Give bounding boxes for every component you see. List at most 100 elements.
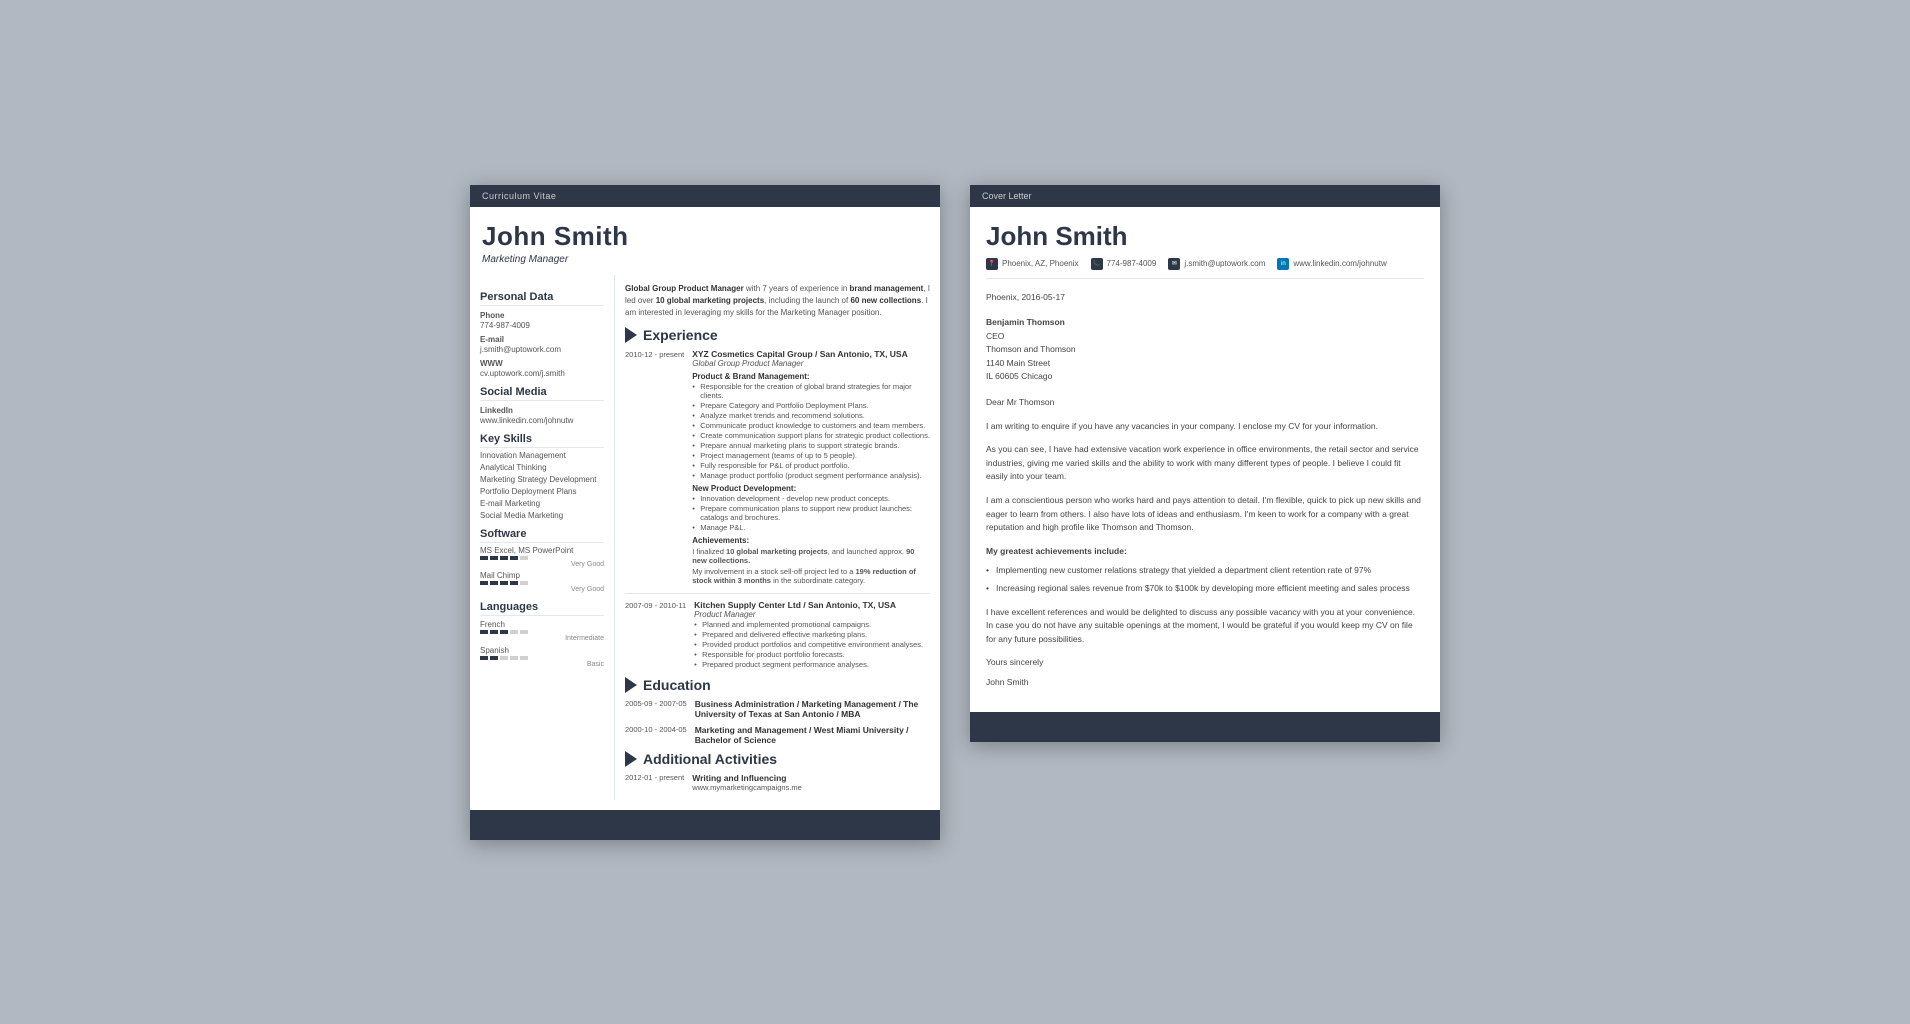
exp1-section1-title: Product & Brand Management: bbox=[692, 372, 930, 381]
email-label: E-mail bbox=[480, 335, 604, 344]
education-arrow bbox=[625, 677, 637, 693]
cl-recipient: Benjamin Thomson CEO Thomson and Thomson… bbox=[986, 316, 1424, 384]
skill-innovation: Innovation Management bbox=[480, 451, 604, 460]
edu1-degree: Business Administration / Marketing Mana… bbox=[695, 699, 930, 719]
skill-social-media: Social Media Marketing bbox=[480, 511, 604, 520]
linkedin-value: www.linkedin.com/johnutw bbox=[480, 416, 604, 425]
experience-item-2: 2007-09 - 2010-11 Kitchen Supply Center … bbox=[625, 600, 930, 669]
skill-email: E-mail Marketing bbox=[480, 499, 604, 508]
linkedin-label: LinkedIn bbox=[480, 406, 604, 415]
edu1-dates: 2005-09 - 2007-05 bbox=[625, 699, 687, 719]
email-icon: ✉ bbox=[1168, 258, 1180, 270]
cv-header-label: Curriculum Vitae bbox=[470, 185, 940, 207]
cl-greeting: Dear Mr Thomson bbox=[986, 396, 1424, 410]
edu-item-1: 2005-09 - 2007-05 Business Administratio… bbox=[625, 699, 930, 719]
activity-item-1: 2012-01 - present Writing and Influencin… bbox=[625, 773, 930, 792]
edu-item-2: 2000-10 - 2004-05 Marketing and Manageme… bbox=[625, 725, 930, 745]
exp1-section2-title: New Product Development: bbox=[692, 484, 930, 493]
cv-body: Personal Data Phone 774-987-4009 E-mail … bbox=[470, 275, 940, 800]
cl-date: Phoenix, 2016-05-17 bbox=[986, 291, 1424, 305]
excel-rating bbox=[480, 556, 604, 560]
french-rating bbox=[480, 630, 604, 634]
cl-closing: Yours sincerely bbox=[986, 656, 1424, 670]
experience-arrow bbox=[625, 327, 637, 343]
cl-para2: As you can see, I have had extensive vac… bbox=[986, 443, 1424, 484]
exp1-company: XYZ Cosmetics Capital Group / San Antoni… bbox=[692, 349, 930, 359]
exp1-content: XYZ Cosmetics Capital Group / San Antoni… bbox=[692, 349, 930, 585]
exp2-bullet1: Planned and implemented promotional camp… bbox=[694, 620, 930, 629]
activities-arrow bbox=[625, 751, 637, 767]
edu2-degree: Marketing and Management / West Miami Un… bbox=[695, 725, 930, 745]
cv-sidebar: Personal Data Phone 774-987-4009 E-mail … bbox=[470, 275, 615, 800]
exp1-npd-bullet3: Manage P&L. bbox=[692, 523, 930, 532]
lang-french: French Intermediate bbox=[480, 620, 604, 642]
phone-icon: 📞 bbox=[1091, 258, 1103, 270]
education-section-header: Education bbox=[625, 677, 930, 693]
exp1-bullet7: Project management (teams of up to 5 peo… bbox=[692, 451, 930, 460]
cl-para3: I am a conscientious person who works ha… bbox=[986, 494, 1424, 535]
cl-para1: I am writing to enquire if you have any … bbox=[986, 420, 1424, 434]
cl-achievements-title: My greatest achievements include: bbox=[986, 545, 1424, 559]
cl-header-label: Cover Letter bbox=[970, 185, 1440, 207]
experience-section-header: Experience bbox=[625, 327, 930, 343]
cl-closing-para: I have excellent references and would be… bbox=[986, 606, 1424, 647]
cl-email: ✉ j.smith@uptowork.com bbox=[1168, 258, 1265, 270]
exp1-achievements-title: Achievements: bbox=[692, 536, 930, 545]
cv-main-content: Global Group Product Manager with 7 year… bbox=[615, 275, 940, 800]
act1-dates: 2012-01 - present bbox=[625, 773, 684, 792]
software-title: Software bbox=[480, 528, 604, 543]
act1-content: Writing and Influencing www.mymarketingc… bbox=[692, 773, 930, 792]
exp1-bullet4: Communicate product knowledge to custome… bbox=[692, 421, 930, 430]
exp2-dates: 2007-09 - 2010-11 bbox=[625, 600, 686, 669]
cv-name: John Smith bbox=[482, 221, 928, 252]
skill-analytical: Analytical Thinking bbox=[480, 463, 604, 472]
phone-value: 774-987-4009 bbox=[480, 321, 604, 330]
edu1-content: Business Administration / Marketing Mana… bbox=[695, 699, 930, 719]
exp1-dates: 2010-12 - present bbox=[625, 349, 684, 585]
cl-name: John Smith bbox=[986, 221, 1424, 252]
exp2-bullet2: Prepared and delivered effective marketi… bbox=[694, 630, 930, 639]
activities-title: Additional Activities bbox=[643, 751, 777, 767]
key-skills-title: Key Skills bbox=[480, 433, 604, 448]
exp1-achievement2: My involvement in a stock sell-off proje… bbox=[692, 567, 930, 585]
linkedin-icon: in bbox=[1277, 258, 1289, 270]
cl-recipient-title: CEO bbox=[986, 330, 1424, 344]
cl-linkedin: in www.linkedin.com/johnutw bbox=[1277, 258, 1386, 270]
cv-document: Curriculum Vitae John Smith Marketing Ma… bbox=[470, 185, 940, 840]
email-value: j.smith@uptowork.com bbox=[480, 345, 604, 354]
experience-item-1: 2010-12 - present XYZ Cosmetics Capital … bbox=[625, 349, 930, 585]
exp1-bullet5: Create communication support plans for s… bbox=[692, 431, 930, 440]
exp2-company: Kitchen Supply Center Ltd / San Antonio,… bbox=[694, 600, 930, 610]
exp2-bullet3: Provided product portfolios and competit… bbox=[694, 640, 930, 649]
skill-marketing-strategy: Marketing Strategy Development bbox=[480, 475, 604, 484]
exp1-achievement1: I finalized 10 global marketing projects… bbox=[692, 547, 930, 565]
exp1-bullet3: Analyze market trends and recommend solu… bbox=[692, 411, 930, 420]
exp1-bullet9: Manage product portfolio (product segmen… bbox=[692, 471, 930, 480]
exp1-bullet6: Prepare annual marketing plans to suppor… bbox=[692, 441, 930, 450]
www-value: cv.uptowork.com/j.smith bbox=[480, 369, 604, 378]
experience-title: Experience bbox=[643, 327, 718, 343]
documents-container: Curriculum Vitae John Smith Marketing Ma… bbox=[470, 185, 1440, 840]
location-icon: 📍 bbox=[986, 258, 998, 270]
education-title: Education bbox=[643, 677, 711, 693]
exp1-bullet8: Fully responsible for P&L of product por… bbox=[692, 461, 930, 470]
act1-title: Writing and Influencing bbox=[692, 773, 930, 783]
edu2-dates: 2000-10 - 2004-05 bbox=[625, 725, 687, 745]
cl-contact-row: 📍 Phoenix, AZ, Phoenix 📞 774-987-4009 ✉ … bbox=[986, 258, 1424, 270]
languages-title: Languages bbox=[480, 601, 604, 616]
cl-recipient-company: Thomson and Thomson bbox=[986, 343, 1424, 357]
cv-name-section: John Smith Marketing Manager bbox=[470, 207, 940, 275]
cl-achievement2: Increasing regional sales revenue from $… bbox=[986, 582, 1424, 596]
cv-job-title: Marketing Manager bbox=[482, 254, 928, 265]
personal-data-title: Personal Data bbox=[480, 291, 604, 306]
www-label: WWW bbox=[480, 359, 604, 368]
cl-phone: 📞 774-987-4009 bbox=[1091, 258, 1157, 270]
cl-name-section: John Smith 📍 Phoenix, AZ, Phoenix 📞 774-… bbox=[970, 207, 1440, 278]
lang-spanish: Spanish Basic bbox=[480, 646, 604, 668]
exp2-bullet5: Prepared product segment performance ana… bbox=[694, 660, 930, 669]
cl-recipient-name: Benjamin Thomson bbox=[986, 316, 1424, 330]
exp1-bullet2: Prepare Category and Portfolio Deploymen… bbox=[692, 401, 930, 410]
exp2-bullet4: Responsible for product portfolio foreca… bbox=[694, 650, 930, 659]
cl-footer bbox=[970, 712, 1440, 742]
exp1-npd-bullet2: Prepare communication plans to support n… bbox=[692, 504, 930, 522]
